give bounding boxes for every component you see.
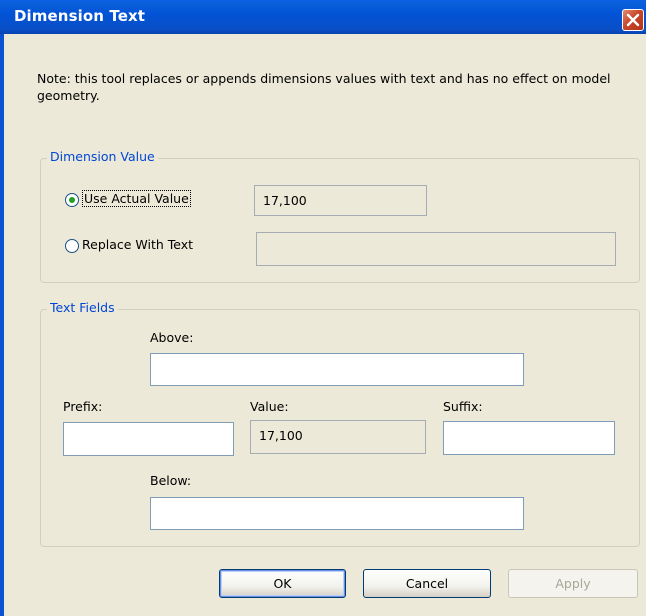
window-frame	[0, 34, 4, 616]
apply-button[interactable]: Apply	[508, 569, 638, 598]
actual-value-field: 17,100	[254, 185, 427, 216]
note-text: Note: this tool replaces or appends dime…	[37, 71, 611, 103]
replace-with-text-radio[interactable]	[65, 239, 79, 253]
replace-with-text-label[interactable]: Replace With Text	[82, 237, 193, 252]
dimension-value-legend: Dimension Value	[47, 149, 158, 164]
use-actual-value-radio[interactable]	[65, 193, 79, 207]
title-bar[interactable]: Dimension Text	[0, 0, 646, 34]
below-input[interactable]	[150, 497, 524, 530]
use-actual-value-label[interactable]: Use Actual Value	[82, 190, 191, 207]
text-fields-legend: Text Fields	[47, 300, 118, 315]
prefix-label: Prefix:	[63, 399, 103, 414]
window-title: Dimension Text	[14, 7, 146, 25]
dimension-text-dialog: Dimension Text Note: this tool replaces …	[0, 0, 646, 616]
close-icon	[626, 13, 640, 27]
above-input[interactable]	[150, 353, 524, 386]
below-label: Below:	[150, 473, 192, 488]
radio-selected-dot	[69, 197, 75, 203]
above-label: Above:	[150, 330, 194, 345]
prefix-input[interactable]	[63, 422, 234, 456]
ok-button[interactable]: OK	[219, 569, 346, 598]
suffix-input[interactable]	[443, 421, 615, 455]
cancel-button[interactable]: Cancel	[363, 569, 491, 598]
close-button[interactable]	[622, 9, 644, 31]
suffix-label: Suffix:	[443, 399, 483, 414]
value-field: 17,100	[250, 420, 426, 454]
replace-text-field[interactable]	[256, 232, 616, 266]
value-label: Value:	[250, 399, 289, 414]
